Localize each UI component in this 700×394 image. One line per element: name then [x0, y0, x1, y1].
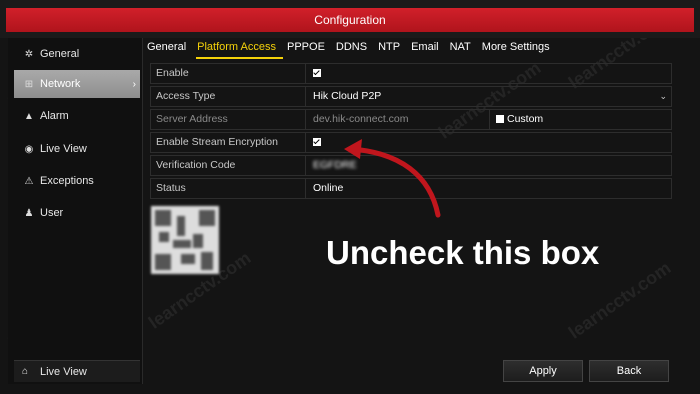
- tab-platform-access[interactable]: Platform Access: [196, 40, 283, 59]
- annotation-arrow-icon: [344, 139, 441, 218]
- sidebar-item-label: Exceptions: [40, 175, 94, 187]
- server-address-row: Server Address dev.hik-connect.com Custo…: [150, 109, 672, 130]
- tab-ddns[interactable]: DDNS: [335, 40, 374, 57]
- bell-icon: ▲: [24, 110, 34, 122]
- access-type-select[interactable]: Hik Cloud P2P ⌄: [309, 87, 671, 106]
- sidebar-item-label: Network: [40, 78, 81, 90]
- status-label: Status: [151, 179, 306, 198]
- sidebar-item-user[interactable]: ♟ User: [14, 199, 140, 227]
- custom-option[interactable]: Custom: [489, 110, 671, 129]
- tab-pppoe[interactable]: PPPOE: [286, 40, 332, 57]
- access-type-row: Access Type Hik Cloud P2P ⌄: [150, 86, 672, 107]
- custom-label: Custom: [507, 113, 544, 125]
- tab-ntp[interactable]: NTP: [377, 40, 407, 57]
- warning-icon: ⚠: [24, 175, 34, 187]
- annotation-text: Uncheck this box: [326, 234, 600, 271]
- chevron-right-icon: ›: [132, 78, 136, 90]
- back-button[interactable]: Back: [589, 360, 669, 382]
- tab-bar: General Platform Access PPPOE DDNS NTP E…: [146, 40, 560, 59]
- eye-icon: ◉: [24, 143, 34, 155]
- sidebar-item-label: User: [40, 207, 64, 219]
- screen: learncctv.com learncctv.com learncctv.co…: [0, 0, 700, 394]
- stream-encryption-checkbox[interactable]: [313, 138, 321, 147]
- server-address-label: Server Address: [151, 110, 306, 129]
- tab-nat[interactable]: NAT: [449, 40, 478, 57]
- sidebar-item-label: Live View: [40, 143, 87, 155]
- stream-encryption-label: Enable Stream Encryption: [151, 133, 306, 152]
- sidebar-item-label: General: [40, 48, 80, 60]
- sidebar-item-live-view[interactable]: ◉ Live View: [14, 135, 140, 163]
- home-icon: ⌂: [22, 366, 29, 377]
- chevron-down-icon: ⌄: [659, 91, 667, 101]
- gear-icon: ✲: [24, 48, 34, 60]
- sidebar: ✲ General ⊞ Network › ▲ Alarm ◉ Live Vie…: [8, 38, 143, 384]
- users-icon: ♟: [24, 207, 34, 219]
- tab-general[interactable]: General: [146, 40, 193, 57]
- access-type-value: Hik Cloud P2P: [313, 90, 382, 102]
- sidebar-item-label: Alarm: [40, 110, 69, 122]
- window-title: Configuration: [6, 8, 694, 32]
- qr-code: [151, 206, 219, 274]
- access-type-label: Access Type: [151, 87, 306, 106]
- network-icon: ⊞: [24, 78, 34, 90]
- tab-email[interactable]: Email: [410, 40, 446, 57]
- sidebar-item-general[interactable]: ✲ General: [14, 40, 140, 68]
- verification-code-label: Verification Code: [151, 156, 306, 175]
- apply-button[interactable]: Apply: [503, 360, 583, 382]
- live-view-button[interactable]: ⌂ Live View: [14, 360, 140, 382]
- enable-label: Enable: [151, 64, 306, 83]
- live-view-label: Live View: [40, 365, 87, 378]
- sidebar-item-alarm[interactable]: ▲ Alarm: [14, 102, 140, 130]
- custom-checkbox[interactable]: [496, 115, 504, 124]
- title-bar: Configuration: [0, 0, 700, 38]
- sidebar-item-exceptions[interactable]: ⚠ Exceptions: [14, 167, 140, 195]
- enable-row: Enable: [150, 63, 672, 84]
- tab-more-settings[interactable]: More Settings: [481, 40, 557, 57]
- sidebar-item-network[interactable]: ⊞ Network ›: [14, 70, 140, 98]
- enable-checkbox[interactable]: [313, 69, 321, 78]
